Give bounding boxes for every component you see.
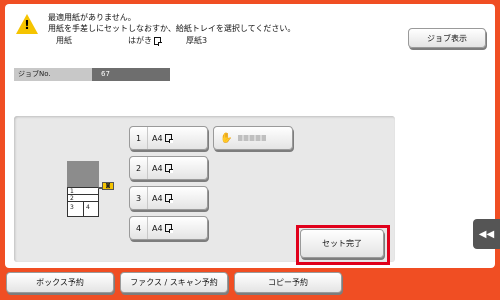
machine-tray-4: 4 [83,201,99,217]
tray-size: A4 [148,133,173,143]
paper-orientation-icon [164,194,173,203]
tray-size-text: A4 [152,163,163,173]
side-panel-toggle[interactable]: ◀◀ [473,219,500,249]
tray-number: 1 [130,127,148,149]
machine-tray-3: 3 [67,201,84,217]
copy-reserve-button[interactable]: コピー予約 [234,272,342,293]
paper-orientation-icon [164,224,173,233]
box-reserve-button[interactable]: ボックス予約 [6,272,114,293]
set-done-button[interactable]: セット完了 [300,229,384,258]
tray-number: 2 [130,157,148,179]
bypass-paper-info [238,135,267,141]
paper-size-text: はがき [128,36,152,45]
paper-orientation-icon [154,36,162,46]
warning-exclamation: ! [24,18,30,32]
bypass-tray-button[interactable]: ✋ [213,126,293,150]
tray-3-button[interactable]: 3 A4 [129,186,208,210]
paper-orientation-icon [164,134,173,143]
tray-number: 4 [130,217,148,239]
machine-body [67,161,99,187]
hand-icon: ✋ [220,132,233,144]
tray-2-button[interactable]: 2 A4 [129,156,208,180]
paper-label: 用紙 [56,36,72,45]
tray-size: A4 [148,223,173,233]
tray-number: 3 [130,187,148,209]
job-display-button[interactable]: ジョブ表示 [408,28,486,48]
tray-size: A4 [148,163,173,173]
tray-1-button[interactable]: 1 A4 [129,126,208,150]
job-number-label: ジョブNo. [14,68,92,81]
bypass-tray-indicator: ◙ [102,182,114,190]
tray-size: A4 [148,193,173,203]
paper-type: 厚紙3 [186,36,208,45]
paper-size: はがき [128,35,162,46]
tray-size-text: A4 [152,193,163,203]
message-line-1: 最適用紙がありません。 [48,13,136,22]
tray-size-text: A4 [152,223,163,233]
tray-size-text: A4 [152,133,163,143]
job-number-value: 67 [92,68,170,81]
machine-diagram: 1 2 3 4 [67,161,99,217]
tray-4-button[interactable]: 4 A4 [129,216,208,240]
fax-scan-reserve-button[interactable]: ファクス / スキャン予約 [120,272,228,293]
message-line-2: 用紙を手差しにセットしなおすか、給紙トレイを選択してください。 [48,24,296,33]
paper-orientation-icon [164,164,173,173]
